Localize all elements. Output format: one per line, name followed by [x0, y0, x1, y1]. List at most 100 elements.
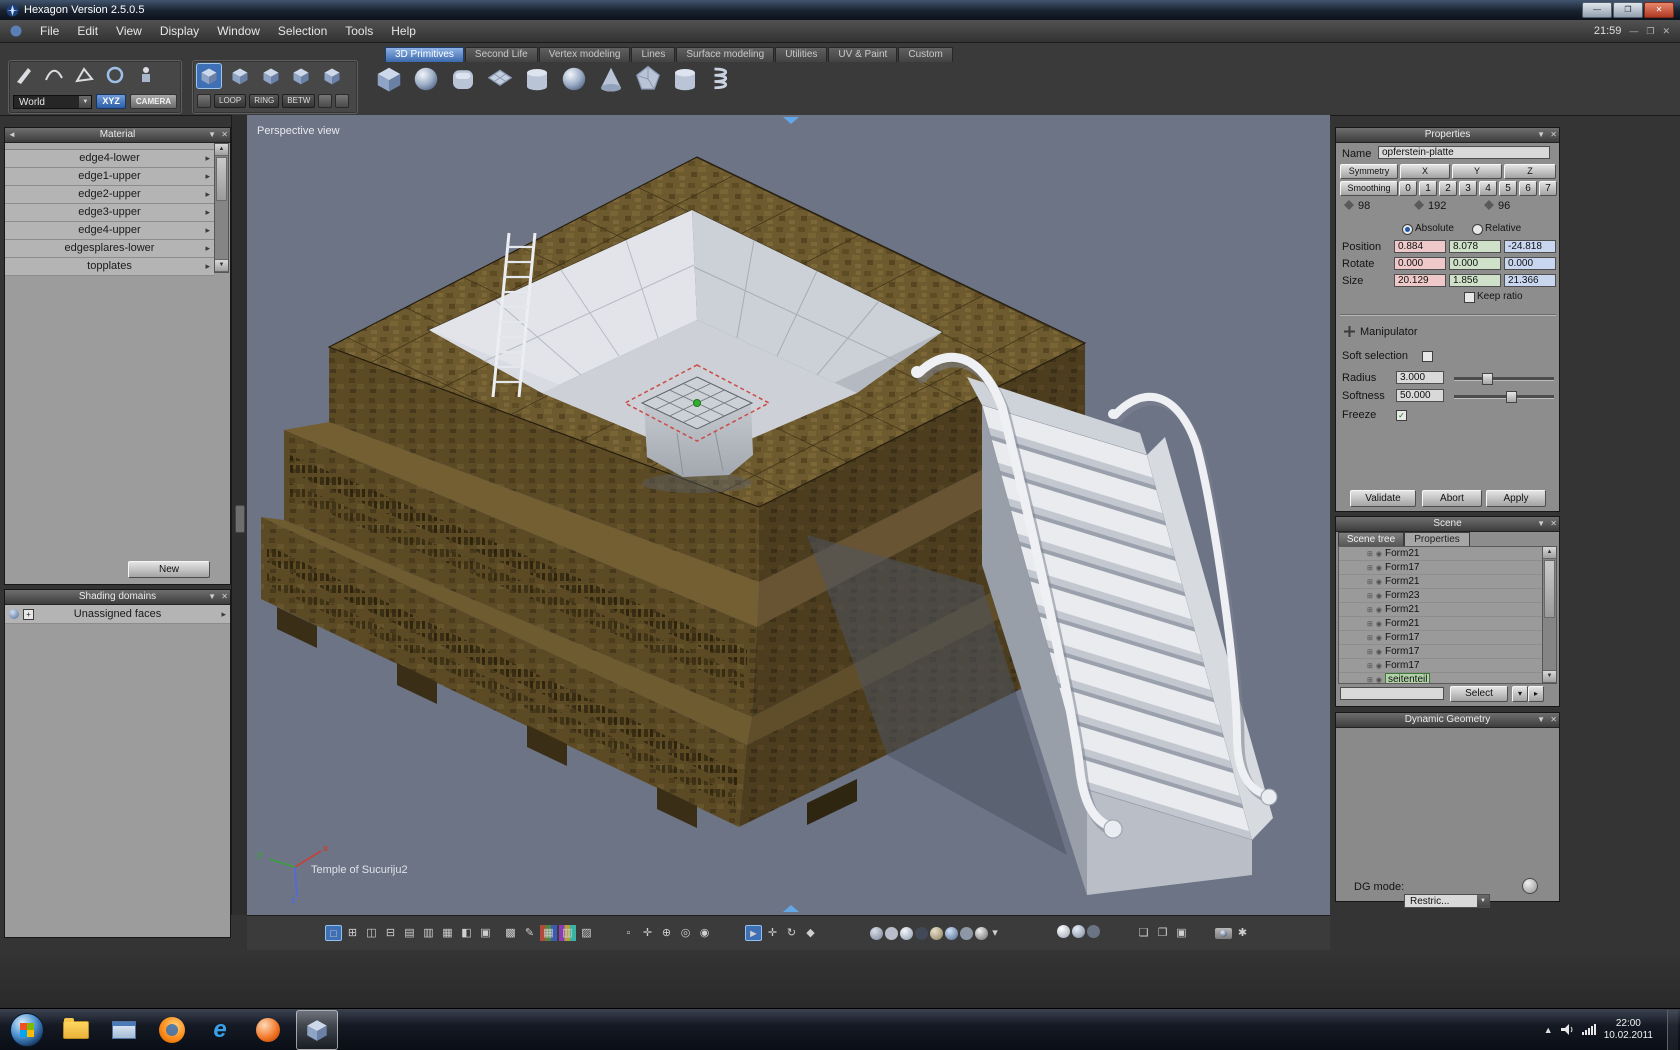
material-item[interactable]: edge4-lower ▸ [5, 150, 214, 168]
betw-button[interactable]: BETW [282, 94, 316, 108]
visibility-icon[interactable]: ◉ [1376, 578, 1382, 586]
mdi-minimize-icon[interactable]: — [1629, 26, 1638, 36]
dyngeo-panel-header[interactable]: Dynamic Geometry ▼ ✕ [1336, 713, 1559, 728]
tab-vertex-modeling[interactable]: Vertex modeling [538, 47, 631, 62]
material-item[interactable]: topplates ▸ [5, 258, 214, 276]
scroll-down-icon[interactable]: ▼ [1543, 670, 1556, 683]
smoothing-level-7[interactable]: 7 [1539, 181, 1557, 196]
edge-select-mode-icon[interactable] [228, 64, 252, 88]
splitter-handle[interactable] [235, 505, 245, 533]
visibility-icon[interactable]: ◉ [1376, 634, 1382, 642]
scrollbar-thumb[interactable] [1544, 560, 1555, 618]
soft-selection-checkbox[interactable] [1422, 351, 1433, 362]
taskbar-hexagon-icon[interactable] [296, 1009, 338, 1050]
tray-speaker-icon[interactable] [1560, 1024, 1574, 1035]
scene-tree-row[interactable]: ⊞ ◉ Form21 [1339, 603, 1545, 617]
flat-mode-icon[interactable] [885, 926, 898, 940]
tab-utilities[interactable]: Utilities [775, 47, 828, 62]
mdi-close-icon[interactable]: ✕ [1662, 26, 1670, 37]
polyline-tool-icon[interactable] [73, 63, 97, 87]
smoothing-level-5[interactable]: 5 [1499, 181, 1517, 196]
collapse-icon[interactable]: ◄ [8, 129, 16, 141]
select-clear-icon[interactable] [335, 94, 350, 108]
taskbar-clock[interactable]: 22:00 10.02.2011 [1604, 1018, 1653, 1042]
tray-network-icon[interactable] [1581, 1024, 1596, 1035]
freeze-checkbox[interactable]: ✓ [1396, 410, 1407, 421]
abort-button[interactable]: Abort [1422, 490, 1482, 507]
scene-tree-row[interactable]: ⊞ ◉ Form23 [1339, 589, 1545, 603]
scene-scrollbar[interactable]: ▲ ▼ [1542, 546, 1557, 684]
taskbar-firefox-icon[interactable] [152, 1011, 192, 1049]
tab-scene-properties[interactable]: Properties [1404, 532, 1470, 547]
position-x-field[interactable] [1394, 240, 1446, 253]
properties-panel-header[interactable]: Properties ▼ ✕ [1336, 128, 1559, 143]
rotate-z-field[interactable] [1504, 257, 1556, 270]
scene-tree-row[interactable]: ⊞ ◉ Form17 [1339, 645, 1545, 659]
menu-window[interactable]: Window [217, 24, 260, 38]
menu-selection[interactable]: Selection [278, 24, 327, 38]
render-flat-icon[interactable] [1072, 925, 1085, 938]
panel-menu-icon[interactable]: ▼ [1537, 714, 1545, 726]
material-mode-icon[interactable] [945, 926, 958, 940]
rotate-x-field[interactable] [1394, 257, 1446, 270]
dark-mode-icon[interactable] [915, 926, 928, 940]
menu-edit[interactable]: Edit [77, 24, 98, 38]
geosphere-primitive-icon[interactable] [557, 63, 591, 95]
material-item[interactable]: edge3-upper ▸ [5, 204, 214, 222]
layout-cols-icon[interactable]: ▥ [420, 925, 437, 941]
taskbar-folder-icon[interactable] [56, 1011, 96, 1049]
tab-lines[interactable]: Lines [631, 47, 676, 62]
xyz-button[interactable]: XYZ [96, 94, 126, 109]
unassigned-faces-row[interactable]: + Unassigned faces ▸ [5, 605, 230, 624]
scene-tree-row[interactable]: ⊞ ◉ Form21 [1339, 575, 1545, 589]
shading-panel-header[interactable]: Shading domains ▼ ✕ [5, 590, 230, 605]
hidden-line-mode-icon[interactable] [960, 926, 973, 940]
expand-icon[interactable]: ⊞ [1367, 620, 1373, 628]
material-item[interactable]: edge4-upper ▸ [5, 222, 214, 240]
visibility-icon[interactable]: ◉ [1376, 606, 1382, 614]
layout-full-icon[interactable]: ▣ [477, 925, 494, 941]
figure-tool-icon[interactable] [134, 63, 158, 87]
radius-field[interactable] [1396, 371, 1444, 384]
ghost-mode-icon[interactable] [975, 926, 988, 940]
menu-tools[interactable]: Tools [345, 24, 373, 38]
panel-menu-icon[interactable]: ▼ [208, 129, 216, 141]
visibility-icon[interactable]: ◉ [1376, 620, 1382, 628]
select-cursor-icon[interactable]: ► [745, 925, 762, 941]
mdi-restore-icon[interactable]: ❐ [1646, 26, 1654, 37]
material-panel-header[interactable]: ◄ Material ▼ ✕ [5, 128, 230, 143]
scene-tree-row[interactable]: ⊞ ◉ Form17 [1339, 659, 1545, 673]
cube-primitive-icon[interactable] [372, 63, 406, 95]
new-material-button[interactable]: New [128, 561, 210, 578]
panel-close-icon[interactable]: ✕ [1550, 518, 1557, 530]
paint-brush-icon[interactable]: ✎ [521, 925, 538, 941]
dg-mode-select[interactable]: Restric... ▼ [1404, 894, 1490, 908]
dropdown-arrow-icon[interactable]: ▼ [1477, 895, 1489, 907]
camera-icon[interactable] [1215, 927, 1232, 939]
pen-tool-icon[interactable] [12, 63, 36, 87]
texture-grid-icon[interactable]: ▥ [559, 925, 576, 941]
ring-button[interactable]: RING [249, 94, 280, 108]
smoothing-level-0[interactable]: 0 [1399, 181, 1417, 196]
relative-radio[interactable] [1472, 224, 1483, 235]
minimize-icon[interactable]: — [1582, 2, 1612, 18]
x-axis-button[interactable]: X [1400, 164, 1450, 179]
size-y-field[interactable] [1449, 274, 1501, 287]
scale-tool-icon[interactable]: ◆ [802, 925, 819, 941]
aperture-icon[interactable]: ✱ [1234, 925, 1251, 941]
absolute-radio[interactable] [1402, 224, 1413, 235]
menu-view[interactable]: View [116, 24, 142, 38]
snap-grid-icon[interactable]: ❏ [1135, 925, 1152, 941]
camera-button[interactable]: CAMERA [129, 94, 177, 109]
snap-vertex-icon[interactable]: ▣ [1173, 925, 1190, 941]
scene-tree-row[interactable]: ⊞ ◉ Form17 [1339, 631, 1545, 645]
panel-close-icon[interactable]: ✕ [1550, 129, 1557, 141]
size-x-field[interactable] [1394, 274, 1446, 287]
radius-slider[interactable] [1454, 373, 1554, 385]
circle-tool-icon[interactable] [103, 63, 127, 87]
cone-primitive-icon[interactable] [594, 63, 628, 95]
uv-grid-icon[interactable]: ▩ [502, 925, 519, 941]
layout-single-icon[interactable]: □ [325, 925, 342, 941]
smooth-mode-icon[interactable] [900, 926, 913, 940]
scene-tree-row[interactable]: ⊞ ◉ Form21 [1339, 547, 1545, 561]
